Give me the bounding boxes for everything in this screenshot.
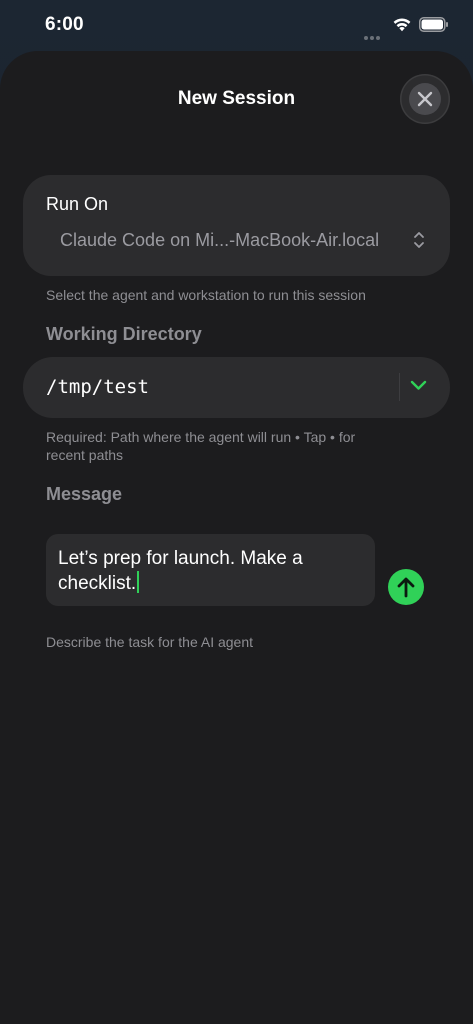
status-bar: 6:00 — [0, 0, 473, 58]
message-input[interactable]: Let’s prep for launch. Make a checklist. — [46, 534, 375, 606]
run-on-picker[interactable]: Run On Claude Code on Mi...-MacBook-Air.… — [23, 175, 450, 276]
cellular-signal-icon — [364, 27, 386, 58]
close-button-inner — [409, 83, 441, 115]
close-button[interactable] — [400, 74, 450, 124]
run-on-helper: Select the agent and workstation to run … — [46, 287, 366, 303]
message-text: Let’s prep for launch. Make a checklist. — [58, 546, 363, 596]
battery-icon — [419, 17, 448, 32]
chevron-down-icon[interactable] — [410, 379, 427, 391]
working-directory-helper: Required: Path where the agent will run … — [46, 428, 355, 464]
message-line2: checklist. — [58, 573, 137, 594]
working-directory-input[interactable]: /tmp/test — [46, 376, 149, 398]
chevron-updown-icon — [414, 232, 424, 248]
message-header: Message — [46, 484, 123, 504]
field-divider — [399, 373, 400, 401]
run-on-label: Run On — [46, 194, 109, 214]
message-line1: Let’s prep for launch. Make a — [58, 548, 303, 569]
working-directory-field[interactable]: /tmp/test — [23, 357, 450, 418]
screen: 6:00 New Session Run On Claude Code on M… — [0, 0, 473, 1024]
working-directory-header: Working Directory — [46, 324, 202, 344]
send-button[interactable] — [388, 569, 424, 605]
wifi-icon — [393, 18, 411, 32]
arrow-up-icon — [397, 577, 415, 598]
status-time: 6:00 — [45, 14, 84, 35]
message-helper: Describe the task for the AI agent — [46, 634, 254, 650]
text-caret — [137, 571, 140, 593]
working-directory-helper-line2: recent paths — [46, 447, 124, 463]
working-directory-helper-line1: Required: Path where the agent will run … — [46, 429, 356, 445]
run-on-value: Claude Code on Mi...-MacBook-Air.local — [60, 230, 380, 250]
message-line2-wrap: checklist. — [58, 571, 363, 596]
close-icon — [417, 91, 433, 107]
